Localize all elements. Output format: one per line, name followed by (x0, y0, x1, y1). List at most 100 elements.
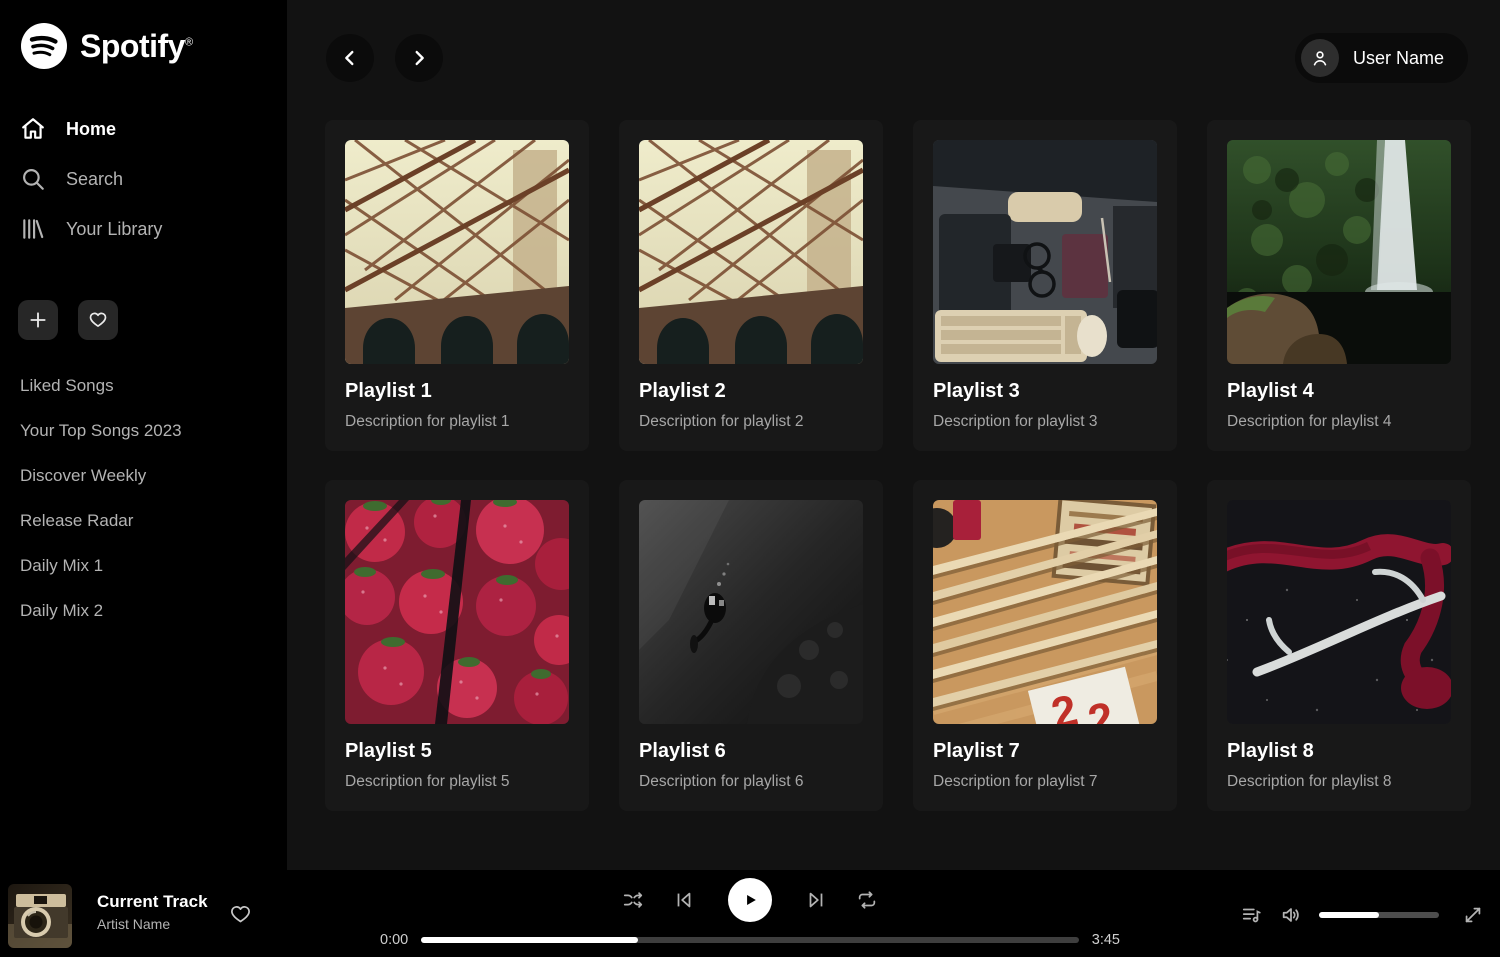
registered-mark: ® (185, 36, 193, 48)
nav-label: Home (66, 119, 116, 140)
playlist-cover-steel-bridge (345, 140, 569, 364)
primary-nav: Home Search Your Library (0, 104, 287, 254)
playlist-description: Description for playlist 6 (639, 773, 863, 791)
spotify-logo-icon (20, 22, 68, 70)
sidebar: Spotify® Home Search Your Library (0, 0, 287, 870)
playlist-cover-strawberries (345, 500, 569, 724)
user-menu-button[interactable]: User Name (1295, 33, 1468, 83)
playlist-cover-steel-bridge (639, 140, 863, 364)
sidebar-playlist-link[interactable]: Daily Mix 1 (20, 544, 287, 589)
now-playing-album-art[interactable] (8, 884, 72, 948)
playlist-description: Description for playlist 4 (1227, 413, 1451, 431)
sidebar-playlists: Liked Songs Your Top Songs 2023 Discover… (0, 340, 287, 634)
play-icon (740, 890, 760, 910)
shuffle-button[interactable] (622, 889, 644, 911)
playlist-card-7[interactable]: 2 2 Playlist 7 Description for playlist … (913, 480, 1177, 811)
sidebar-actions (0, 254, 287, 340)
playlist-title: Playlist 6 (639, 740, 863, 763)
playback-controls (622, 878, 878, 922)
player-bar: Current Track Artist Name (0, 870, 1500, 957)
playlist-grid: Playlist 1 Description for playlist 1 (325, 120, 1471, 811)
repeat-button[interactable] (856, 889, 878, 911)
artist-name: Artist Name (97, 916, 208, 932)
expand-icon (1462, 904, 1484, 926)
sidebar-playlist-link[interactable]: Your Top Songs 2023 (20, 409, 287, 454)
playlist-card-6[interactable]: Playlist 6 Description for playlist 6 (619, 480, 883, 811)
chevron-right-icon (408, 47, 430, 69)
playlist-title: Playlist 8 (1227, 740, 1451, 763)
track-title: Current Track (97, 892, 208, 912)
sidebar-playlist-link[interactable]: Release Radar (20, 499, 287, 544)
playlist-description: Description for playlist 1 (345, 413, 569, 431)
playlist-cover-scuba-diver (639, 500, 863, 724)
elapsed-time: 0:00 (380, 932, 408, 948)
playlist-title: Playlist 1 (345, 380, 569, 403)
sidebar-item-your-library[interactable]: Your Library (0, 204, 287, 254)
avatar (1301, 39, 1339, 77)
app-title: Spotify® (80, 28, 193, 65)
playlist-cover-rulers: 2 2 (933, 500, 1157, 724)
create-playlist-button[interactable] (18, 300, 58, 340)
shuffle-icon (622, 889, 644, 911)
user-name: User Name (1353, 48, 1444, 69)
playlist-card-1[interactable]: Playlist 1 Description for playlist 1 (325, 120, 589, 451)
volume-slider[interactable] (1319, 912, 1439, 918)
liked-songs-button[interactable] (78, 300, 118, 340)
skip-next-icon (805, 889, 827, 911)
playlist-title: Playlist 3 (933, 380, 1157, 403)
person-icon (1310, 48, 1330, 68)
playlist-title: Playlist 7 (933, 740, 1157, 763)
like-track-button[interactable] (229, 903, 252, 929)
progress-bar[interactable] (421, 937, 1079, 943)
playlist-description: Description for playlist 5 (345, 773, 569, 791)
playlist-title: Playlist 4 (1227, 380, 1451, 403)
playlist-card-4[interactable]: Playlist 4 Description for playlist 4 (1207, 120, 1471, 451)
next-track-button[interactable] (805, 889, 827, 911)
playlist-cover-waterfall (1227, 140, 1451, 364)
sidebar-item-search[interactable]: Search (0, 154, 287, 204)
heart-icon (229, 903, 252, 926)
nav-label: Search (66, 169, 123, 190)
playlist-title: Playlist 2 (639, 380, 863, 403)
playlist-description: Description for playlist 3 (933, 413, 1157, 431)
plus-icon (28, 310, 48, 330)
main-content: User Name (287, 0, 1500, 870)
playlist-card-8[interactable]: Playlist 8 Description for playlist 8 (1207, 480, 1471, 811)
fullscreen-button[interactable] (1462, 904, 1484, 926)
queue-button[interactable] (1241, 904, 1263, 926)
playlist-description: Description for playlist 8 (1227, 773, 1451, 791)
repeat-icon (856, 889, 878, 911)
progress-fill (421, 937, 638, 943)
playlist-card-3[interactable]: Playlist 3 Description for playlist 3 (913, 120, 1177, 451)
navigate-back-button[interactable] (326, 34, 374, 82)
playlist-card-5[interactable]: Playlist 5 Description for playlist 5 (325, 480, 589, 811)
playlist-cover-antler (1227, 500, 1451, 724)
playlist-title: Playlist 5 (345, 740, 569, 763)
spotify-logo[interactable]: Spotify® (0, 0, 287, 70)
sidebar-playlist-link[interactable]: Discover Weekly (20, 454, 287, 499)
sidebar-item-home[interactable]: Home (0, 104, 287, 154)
home-icon (20, 116, 46, 142)
playlist-description: Description for playlist 7 (933, 773, 1157, 791)
player-right-controls (1241, 904, 1484, 926)
total-time: 3:45 (1092, 932, 1120, 948)
sidebar-playlist-link[interactable]: Daily Mix 2 (20, 589, 287, 634)
skip-previous-icon (673, 889, 695, 911)
progress-row: 0:00 3:45 (380, 932, 1120, 948)
now-playing-info: Current Track Artist Name (97, 892, 208, 932)
previous-track-button[interactable] (673, 889, 695, 911)
playlist-card-2[interactable]: Playlist 2 Description for playlist 2 (619, 120, 883, 451)
play-button[interactable] (728, 878, 772, 922)
heart-icon (88, 310, 108, 330)
volume-icon (1280, 904, 1302, 926)
volume-fill (1319, 912, 1379, 918)
queue-icon (1241, 904, 1263, 926)
sidebar-playlist-link[interactable]: Liked Songs (20, 364, 287, 409)
playlist-description: Description for playlist 2 (639, 413, 863, 431)
album-art-vintage-camera (8, 884, 72, 948)
library-icon (20, 216, 46, 242)
spotify-app: Spotify® Home Search Your Library (0, 0, 1500, 957)
volume-button[interactable] (1280, 904, 1302, 926)
nav-label: Your Library (66, 219, 162, 240)
navigate-forward-button[interactable] (395, 34, 443, 82)
